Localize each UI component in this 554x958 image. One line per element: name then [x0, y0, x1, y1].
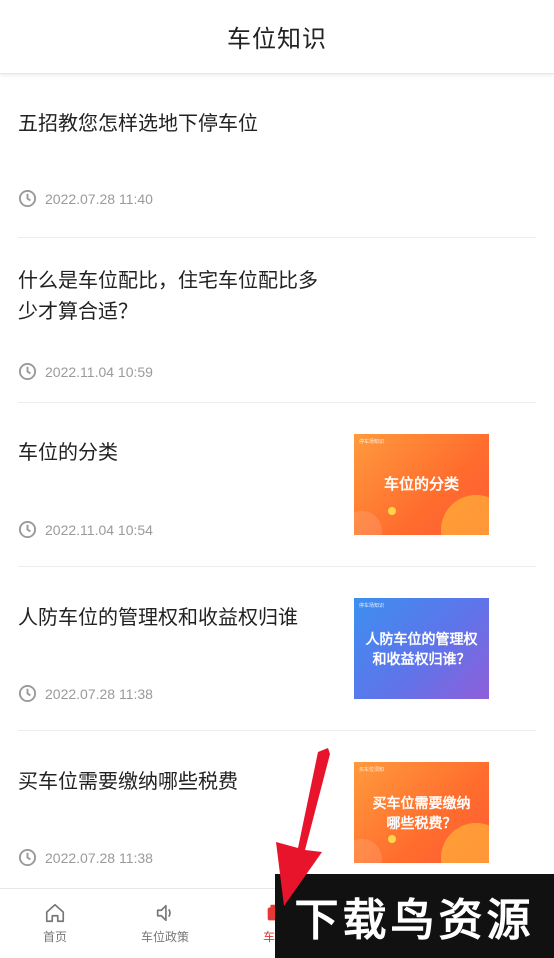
clock-icon	[18, 189, 37, 208]
thumbnail-text: 车位的分类	[383, 475, 459, 493]
home-icon	[45, 903, 65, 923]
article-title[interactable]: 车位的分类	[18, 438, 118, 469]
thumbnail-text: 买车位需要缴纳哪些税费？	[372, 794, 471, 831]
article-meta: 2022.07.28 11:38	[18, 848, 153, 867]
article-thumbnail[interactable]: 买车位须知 买车位需要缴纳哪些税费？	[354, 762, 489, 863]
article-thumbnail[interactable]: 停车场知识 人防车位的管理权和收益权归谁？	[354, 598, 489, 699]
clock-icon	[18, 848, 37, 867]
nav-item-home[interactable]: 首页	[0, 889, 110, 958]
watermark-banner: 下载鸟资源	[275, 874, 554, 958]
speaker-icon	[156, 904, 171, 922]
thumbnail-tag: 停车场知识	[359, 439, 385, 445]
nav-item-label: 首页	[42, 930, 67, 944]
article-item-4[interactable]: 人防车位的管理权和收益权归谁 2022.07.28 11:38 停车场知识 人防…	[18, 567, 536, 731]
nav-item-policy[interactable]: 车位政策	[110, 889, 220, 958]
article-title[interactable]: 人防车位的管理权和收益权归谁	[18, 603, 298, 634]
app-header: 车位知识	[0, 0, 554, 74]
article-date: 2022.07.28 11:38	[45, 685, 153, 702]
article-item-1[interactable]: 五招教您怎样选地下停车位 2022.07.28 11:40	[18, 74, 536, 238]
thumbnail-text: 人防车位的管理权和收益权归谁？	[365, 630, 478, 667]
article-title[interactable]: 五招教您怎样选地下停车位	[18, 109, 258, 140]
article-item-5[interactable]: 买车位需要缴纳哪些税费 2022.07.28 11:38 买车位须知 买车位需要…	[18, 731, 536, 888]
article-item-2[interactable]: 什么是车位配比，住宅车位配比多少才算合适？ 2022.11.04 10:59	[18, 238, 536, 403]
watermark-text: 下载鸟资源	[294, 896, 535, 945]
article-meta: 2022.07.28 11:40	[18, 189, 153, 208]
article-date: 2022.11.04 10:59	[45, 363, 153, 380]
clock-icon	[18, 362, 37, 381]
article-title[interactable]: 什么是车位配比，住宅车位配比多少才算合适？	[18, 266, 328, 328]
article-thumbnail[interactable]: 停车场知识 车位的分类	[354, 434, 489, 535]
article-meta: 2022.07.28 11:38	[18, 684, 153, 703]
thumbnail-tag: 买车位须知	[359, 767, 385, 773]
nav-item-label: 车位政策	[140, 930, 189, 944]
article-title[interactable]: 买车位需要缴纳哪些税费	[18, 767, 238, 798]
thumbnail-tag: 停车场知识	[359, 603, 385, 609]
article-list: 五招教您怎样选地下停车位 2022.07.28 11:40 什么是车位配比，住宅…	[0, 74, 554, 888]
article-meta: 2022.11.04 10:59	[18, 362, 153, 381]
clock-icon	[18, 520, 37, 539]
page-title: 车位知识	[227, 26, 327, 53]
article-item-3[interactable]: 车位的分类 2022.11.04 10:54 停车场知识 车位的分类	[18, 403, 536, 567]
clock-icon	[18, 684, 37, 703]
article-date: 2022.07.28 11:40	[45, 190, 153, 207]
article-date: 2022.07.28 11:38	[45, 849, 153, 866]
article-date: 2022.11.04 10:54	[45, 521, 153, 538]
article-meta: 2022.11.04 10:54	[18, 520, 153, 539]
